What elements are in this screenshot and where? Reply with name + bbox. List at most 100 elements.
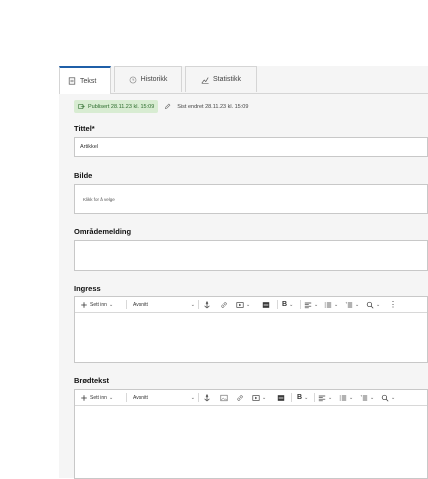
search-button[interactable]: ⌄	[381, 390, 395, 405]
chevron-down-icon: ⌄	[246, 301, 251, 308]
bold-button[interactable]: B ⌄	[297, 390, 308, 405]
anchor-icon	[204, 301, 210, 308]
search-button[interactable]: ⌄	[366, 297, 380, 312]
published-text: Publisert 28.11.23 kl. 15:09	[88, 103, 155, 110]
media-icon	[252, 394, 260, 401]
image-placeholder: Klikk for å velge	[83, 197, 115, 202]
tab-statistikk[interactable]: Statistikk	[185, 66, 257, 92]
table-button[interactable]	[262, 297, 270, 312]
align-button[interactable]: ⌄	[318, 390, 332, 405]
bold-label: B	[282, 301, 288, 308]
bullet-list-button[interactable]: ⌄	[339, 390, 353, 405]
link-button[interactable]	[220, 297, 228, 312]
align-left-icon	[304, 302, 312, 308]
pencil-icon	[165, 103, 171, 109]
chevron-down-icon: ⌄	[376, 301, 381, 308]
chevron-down-icon: ⌄	[391, 394, 396, 401]
document-icon	[68, 77, 76, 85]
link-icon	[237, 394, 243, 401]
chevron-down-icon: ⌄	[262, 394, 267, 401]
tab-label: Tekst	[80, 77, 97, 85]
table-button[interactable]	[277, 390, 285, 405]
ingress-toolbar: Sett inn ⌄ Avsnitt ⌄ ⌄ B ⌄ ⌄ ⌄ ⌄ ⌄ ⋮	[75, 297, 427, 313]
chevron-down-icon: ⌄	[355, 301, 360, 308]
align-left-icon	[318, 395, 326, 401]
more-icon: ⋮	[389, 300, 397, 309]
clock-icon	[129, 76, 136, 83]
paragraph-label: Avsnitt	[133, 394, 148, 401]
divider	[198, 300, 199, 309]
image-icon	[220, 394, 228, 401]
chevron-down-icon: ⌄	[314, 301, 319, 308]
chevron-down-icon: ⌄	[370, 394, 375, 401]
table-icon	[277, 394, 285, 401]
insert-button[interactable]: Sett inn ⌄	[80, 297, 113, 312]
status-row: Publisert 28.11.23 kl. 15:09 Sist endret…	[74, 100, 248, 113]
table-icon	[262, 301, 270, 308]
chevron-down-icon: ⌄	[289, 301, 294, 308]
align-button[interactable]: ⌄	[304, 297, 318, 312]
numbered-list-icon	[345, 301, 353, 307]
insert-button[interactable]: Sett inn ⌄	[80, 390, 113, 405]
bullet-list-button[interactable]: ⌄	[324, 297, 338, 312]
title-label: Tittel*	[74, 124, 95, 133]
divider	[314, 393, 315, 402]
insert-label: Sett inn	[90, 301, 107, 308]
ingress-editor[interactable]: Sett inn ⌄ Avsnitt ⌄ ⌄ B ⌄ ⌄ ⌄ ⌄ ⌄ ⋮	[74, 296, 428, 363]
chart-icon	[201, 76, 209, 84]
search-icon	[366, 301, 374, 308]
bold-button[interactable]: B ⌄	[282, 297, 293, 312]
last-edited-text: Sist endret 28.11.23 kl. 15:09	[177, 103, 249, 110]
paragraph-select[interactable]: Avsnitt ⌄	[133, 297, 195, 312]
bold-label: B	[297, 394, 303, 401]
anchor-icon	[204, 394, 210, 401]
tab-tekst[interactable]: Tekst	[59, 66, 111, 94]
tab-label: Statistikk	[212, 76, 241, 83]
body-editor[interactable]: Sett inn ⌄ Avsnitt ⌄ ⌄ B ⌄ ⌄ ⌄ ⌄ ⌄	[74, 389, 428, 479]
search-icon	[381, 394, 389, 401]
published-icon	[78, 104, 85, 109]
chevron-down-icon: ⌄	[190, 394, 195, 401]
divider	[198, 393, 199, 402]
anchor-button[interactable]	[203, 390, 211, 405]
area-message-label: Områdemelding	[74, 227, 132, 236]
chevron-down-icon: ⌄	[349, 394, 354, 401]
chevron-down-icon: ⌄	[304, 394, 309, 401]
tab-label: Historikk	[140, 76, 168, 83]
numbered-list-button[interactable]: ⌄	[360, 390, 374, 405]
insert-label: Sett inn	[90, 394, 107, 401]
media-button[interactable]: ⌄	[252, 390, 266, 405]
tab-bar: Tekst Historikk Statistikk	[59, 66, 428, 94]
bullet-list-icon	[324, 302, 332, 307]
chevron-down-icon: ⌄	[328, 394, 333, 401]
media-button[interactable]: ⌄	[236, 297, 250, 312]
title-input[interactable]: Artikkel	[74, 137, 428, 157]
numbered-list-icon	[360, 394, 368, 400]
bullet-list-icon	[339, 395, 347, 400]
title-value: Artikkel	[80, 144, 99, 150]
paragraph-label: Avsnitt	[133, 301, 148, 308]
ingress-label: Ingress	[74, 284, 101, 293]
divider	[291, 393, 292, 402]
plus-icon	[81, 394, 87, 401]
body-toolbar: Sett inn ⌄ Avsnitt ⌄ ⌄ B ⌄ ⌄ ⌄ ⌄ ⌄	[75, 390, 427, 406]
chevron-down-icon: ⌄	[334, 301, 339, 308]
area-message-input[interactable]	[74, 240, 428, 271]
body-label: Brødtekst	[74, 376, 110, 385]
divider	[300, 300, 301, 309]
plus-icon	[81, 301, 87, 308]
divider	[126, 300, 127, 309]
link-icon	[221, 301, 227, 308]
divider	[277, 300, 278, 309]
media-icon	[236, 301, 244, 308]
image-label: Bilde	[74, 171, 93, 180]
paragraph-select[interactable]: Avsnitt ⌄	[133, 390, 195, 405]
image-picker[interactable]: Klikk for å velge	[74, 184, 428, 214]
chevron-down-icon: ⌄	[190, 301, 195, 308]
more-button[interactable]: ⋮	[389, 297, 397, 312]
image-button[interactable]	[220, 390, 228, 405]
link-button[interactable]	[236, 390, 244, 405]
tab-historikk[interactable]: Historikk	[114, 66, 182, 92]
numbered-list-button[interactable]: ⌄	[345, 297, 359, 312]
anchor-button[interactable]	[203, 297, 211, 312]
